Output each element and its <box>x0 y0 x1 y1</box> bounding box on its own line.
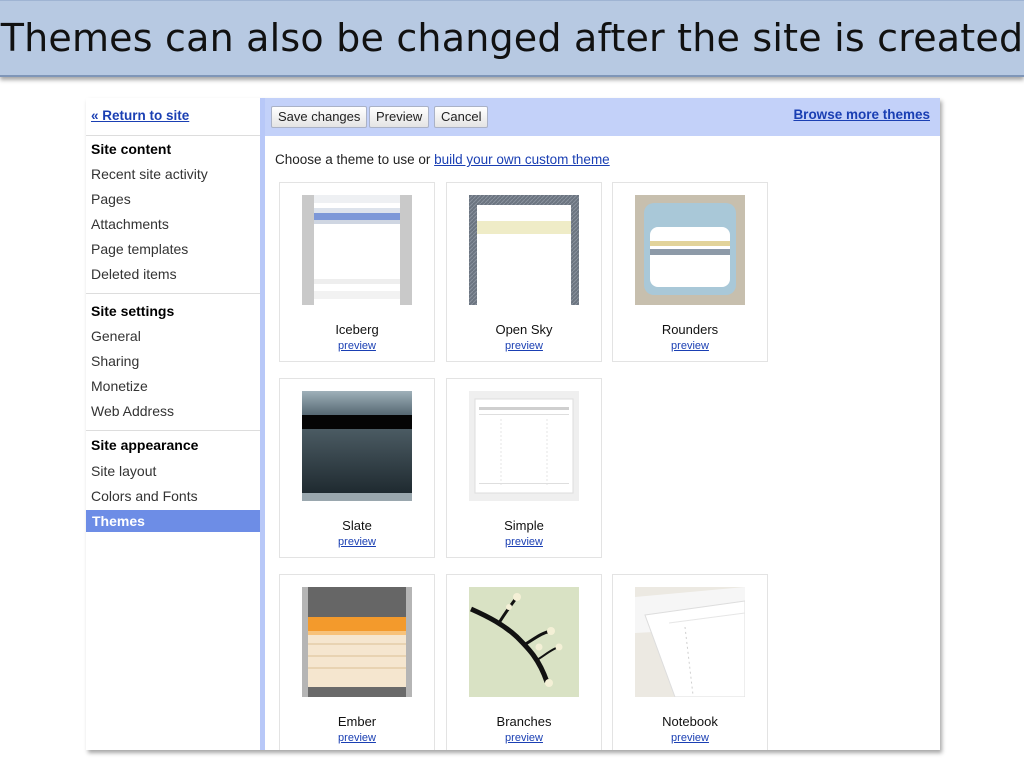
sidebar-item-monetize[interactable]: Monetize <box>91 378 148 394</box>
sidebar-divider <box>86 293 260 294</box>
sidebar-divider <box>86 135 260 136</box>
theme-preview-link[interactable]: preview <box>280 340 434 352</box>
slide-title: Themes can also be changed after the sit… <box>0 16 1024 60</box>
toolbar: Save changes Preview Cancel Browse more … <box>265 98 940 136</box>
theme-thumbnail-notebook <box>635 587 745 697</box>
theme-preview-link[interactable]: preview <box>447 536 601 548</box>
site-settings-screenshot: « Return to site Site content Recent sit… <box>86 98 940 750</box>
theme-thumbnail-simple <box>469 391 579 501</box>
theme-name: Open Sky <box>495 322 553 337</box>
theme-name: Ember <box>337 714 377 729</box>
sidebar-item-recent-site-activity[interactable]: Recent site activity <box>91 166 208 182</box>
theme-preview-link[interactable]: preview <box>280 732 434 744</box>
sidebar-heading-site-settings: Site settings <box>91 303 175 319</box>
sidebar-item-deleted-items[interactable]: Deleted items <box>91 266 177 282</box>
theme-preview-link[interactable]: preview <box>447 340 601 352</box>
theme-thumbnail-ember <box>302 587 412 697</box>
sidebar-item-pages[interactable]: Pages <box>91 191 131 207</box>
theme-card-open-sky[interactable]: Open Sky preview <box>446 182 602 362</box>
theme-card-rounders[interactable]: Rounders preview <box>612 182 768 362</box>
preview-button[interactable]: Preview <box>369 106 430 128</box>
theme-preview-link[interactable]: preview <box>447 732 601 744</box>
choose-theme-instruction: Choose a theme to use or build your own … <box>275 152 610 167</box>
theme-preview-link[interactable]: preview <box>613 732 767 744</box>
sidebar-item-page-templates[interactable]: Page templates <box>91 241 188 257</box>
theme-thumbnail-open-sky <box>469 195 579 305</box>
theme-preview-link[interactable]: preview <box>613 340 767 352</box>
sidebar-item-colors-and-fonts[interactable]: Colors and Fonts <box>91 488 198 504</box>
return-to-site-link[interactable]: « Return to site <box>91 108 189 123</box>
sidebar-item-attachments[interactable]: Attachments <box>91 216 169 232</box>
theme-name: Simple <box>504 518 544 533</box>
theme-name: Iceberg <box>335 322 379 337</box>
theme-card-iceberg[interactable]: Iceberg preview <box>279 182 435 362</box>
browse-more-themes-link[interactable]: Browse more themes <box>793 107 930 122</box>
theme-preview-link[interactable]: preview <box>280 536 434 548</box>
theme-thumbnail-slate <box>302 391 412 501</box>
theme-name: Rounders <box>661 322 719 337</box>
theme-thumbnail-iceberg <box>302 195 412 305</box>
theme-thumbnail-branches <box>469 587 579 697</box>
sidebar-item-themes[interactable]: Themes <box>86 510 260 532</box>
theme-card-slate[interactable]: Slate preview <box>279 378 435 558</box>
sidebar-item-site-layout[interactable]: Site layout <box>91 463 156 479</box>
theme-name: Slate <box>342 518 372 533</box>
sidebar-heading-site-appearance: Site appearance <box>91 437 199 453</box>
sidebar: « Return to site Site content Recent sit… <box>86 98 260 750</box>
sidebar-item-general[interactable]: General <box>91 328 141 344</box>
sidebar-item-sharing[interactable]: Sharing <box>91 353 139 369</box>
sidebar-item-web-address[interactable]: Web Address <box>91 403 174 419</box>
slide-title-banner: Themes can also be changed after the sit… <box>0 0 1024 77</box>
theme-thumbnail-rounders <box>635 195 745 305</box>
theme-name: Notebook <box>662 714 718 729</box>
theme-card-branches[interactable]: Branches preview <box>446 574 602 750</box>
theme-card-simple[interactable]: Simple preview <box>446 378 602 558</box>
main-panel: Save changes Preview Cancel Browse more … <box>260 98 940 750</box>
save-changes-button[interactable]: Save changes <box>271 106 368 128</box>
cancel-button[interactable]: Cancel <box>434 106 489 128</box>
sidebar-divider <box>86 430 260 431</box>
theme-card-notebook[interactable]: Notebook preview <box>612 574 768 750</box>
choose-theme-text: Choose a theme to use or <box>275 152 431 167</box>
custom-theme-link[interactable]: build your own custom theme <box>434 152 610 167</box>
sidebar-heading-site-content: Site content <box>91 141 172 157</box>
theme-name: Branches <box>496 714 552 729</box>
theme-card-ember[interactable]: Ember preview <box>279 574 435 750</box>
